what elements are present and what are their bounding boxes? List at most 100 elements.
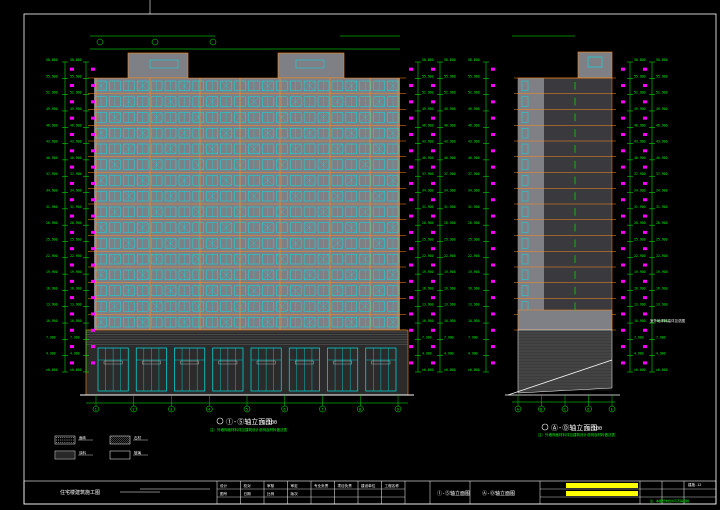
level-tag: [409, 328, 413, 332]
level-tag: [409, 100, 413, 104]
level-tag: [409, 230, 413, 234]
axis-label: 3: [170, 408, 172, 412]
level-tag: [431, 230, 435, 234]
legend-dot: [64, 441, 66, 443]
level-tag: [491, 247, 495, 251]
level-label: 40.900: [46, 156, 58, 160]
axis-bubble: [96, 38, 104, 46]
legend-dot: [58, 439, 60, 441]
level-label: 16.900: [46, 286, 58, 290]
level-tag: [431, 116, 435, 120]
axis-bubble: [151, 38, 159, 46]
level-tag: [621, 312, 625, 316]
highlight-bar: [566, 491, 638, 496]
level-label: 43.900: [634, 140, 646, 144]
level-tag: [91, 296, 95, 300]
level-tag: [643, 279, 647, 283]
level-tag: [621, 230, 625, 234]
level-tag: [91, 312, 95, 316]
level-tag: [409, 165, 413, 169]
legend-dot: [60, 441, 62, 443]
level-tag: [70, 116, 74, 120]
level-tag: [431, 328, 435, 332]
level-tag: [643, 116, 647, 120]
level-tag: [621, 132, 625, 136]
side-elevation-caption: Ⓐ-Ⓓ轴立面图 1:100 注：外墙饰面材料详见建筑设计说明及材料做法表: [538, 423, 615, 437]
level-label: 52.900: [444, 91, 456, 95]
level-tag: [70, 312, 74, 316]
level-tag: [70, 100, 74, 104]
title-cell-label: 审核: [267, 483, 275, 488]
level-label: 37.900: [422, 172, 434, 176]
legend-item: 玻璃: [109, 450, 148, 460]
level-label: 28.900: [656, 221, 668, 225]
legend-item: 面砖: [54, 435, 93, 445]
title-cell-label: 项目负责: [338, 483, 353, 488]
level-tag: [491, 181, 495, 185]
level-tag: [491, 214, 495, 218]
level-label: 16.900: [468, 286, 480, 290]
level-tag: [491, 279, 495, 283]
level-label: 19.900: [46, 270, 58, 274]
level-label: 16.900: [634, 286, 646, 290]
legend-dot: [64, 437, 66, 439]
level-label: 31.900: [70, 205, 82, 209]
level-label: 49.900: [444, 107, 456, 111]
level-tag: [409, 345, 413, 349]
level-label: 31.900: [634, 205, 646, 209]
axis-label: B: [540, 408, 542, 412]
level-label: 43.900: [444, 140, 456, 144]
level-label: 49.900: [634, 107, 646, 111]
level-tag: [91, 181, 95, 185]
level-tag: [643, 100, 647, 104]
level-label: 22.900: [422, 254, 434, 258]
legend-hatch: [115, 435, 125, 445]
level-tag: [70, 198, 74, 202]
level-label: 46.900: [468, 123, 480, 127]
level-label: 52.900: [634, 91, 646, 95]
legend-hatch: [127, 441, 131, 445]
side-base: [517, 309, 613, 331]
level-tag: [621, 100, 625, 104]
level-tag: [409, 263, 413, 267]
level-label: 10.900: [444, 319, 456, 323]
level-tag: [91, 279, 95, 283]
level-label: 7.900: [70, 335, 80, 339]
level-tag: [91, 132, 95, 136]
caption-bubble: [216, 417, 224, 425]
legend-dot: [72, 437, 74, 439]
side-elevation-note: 注：外墙饰面材料详见建筑设计说明及材料做法表: [538, 432, 615, 437]
level-tag: [491, 345, 495, 349]
level-tag: [643, 84, 647, 88]
caption-bubble: [541, 423, 549, 431]
legend-hatch: [109, 435, 115, 441]
level-tag: [70, 279, 74, 283]
level-label: 10.900: [46, 319, 58, 323]
axis-label: 4: [208, 408, 210, 412]
level-label: 52.900: [70, 91, 82, 95]
level-label: 46.900: [444, 123, 456, 127]
legend-hatch: [109, 435, 113, 439]
level-tag: [409, 279, 413, 283]
level-label: 55.900: [468, 74, 480, 78]
legend-dot: [62, 439, 64, 441]
level-label: 19.900: [468, 270, 480, 274]
axis-label: D: [587, 408, 589, 412]
level-label: 25.900: [422, 237, 434, 241]
side-level-note: 室外地坪标高详见总图: [650, 318, 685, 323]
level-label: 37.900: [656, 172, 668, 176]
level-label: 7.900: [444, 335, 454, 339]
level-label: 55.900: [422, 74, 434, 78]
level-tag: [431, 361, 435, 365]
cad-drawing-sheet: 58.800 55.900 52.900 49.900 46.900 43.900 40.9…: [0, 0, 720, 510]
level-label: ±0.000: [422, 368, 434, 372]
level-label: 10.900: [634, 319, 646, 323]
level-label: 19.900: [634, 270, 646, 274]
level-tag: [70, 84, 74, 88]
axis-bubble: [209, 38, 217, 46]
legend-dot: [72, 441, 74, 443]
level-label: 37.900: [468, 172, 480, 176]
level-tag: [491, 132, 495, 136]
level-tag: [621, 67, 625, 71]
level-tag: [70, 345, 74, 349]
